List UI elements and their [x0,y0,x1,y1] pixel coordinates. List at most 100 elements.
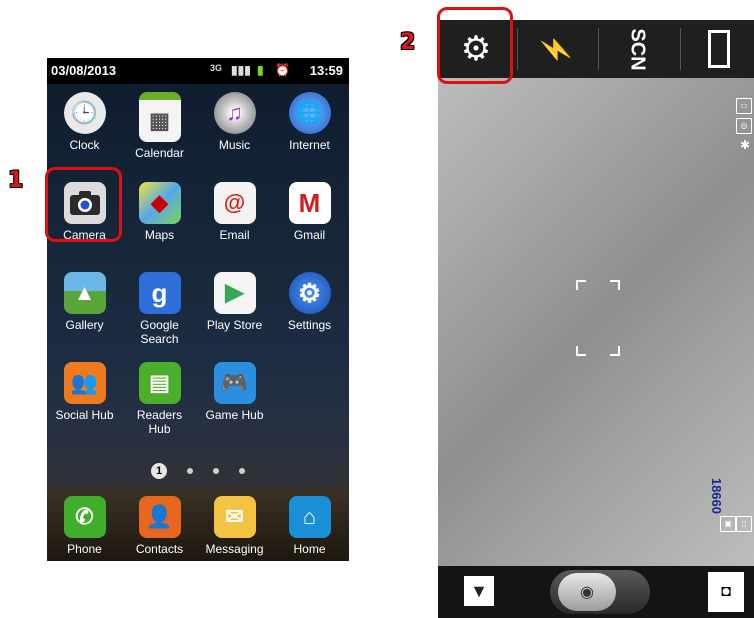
email-icon: @ [213,182,256,224]
app-label: Social Hub [55,408,114,422]
network-type-icon: 3G [210,63,223,73]
focus-bracket [610,346,620,356]
clock-icon: 🕒 [63,92,106,134]
highlight-camera-settings [437,7,513,84]
step-number-1: 1 [8,168,24,193]
calendar-icon: ▦ [138,92,181,142]
status-date: 03/08/2013 [51,63,117,78]
play-store-icon: ▶ [213,272,256,314]
camera-switch-icon: ◘ [721,583,731,600]
google-search-icon: g [138,272,181,314]
toolbar-separator [598,28,599,70]
app-label: Gallery [65,318,104,332]
dock: ✆ Phone 👤 Contacts ✉ Messaging ⌂ Home [47,490,349,561]
expand-menu-button[interactable]: ▼ [464,576,494,606]
app-label: Clock [69,138,100,152]
battery-icon: ▯ [736,516,752,532]
app-clock[interactable]: 🕒 Clock [47,92,122,152]
app-settings[interactable]: ⚙ Settings [272,272,347,332]
page-dot[interactable] [213,467,219,474]
app-social-hub[interactable]: 👥 Social Hub [47,362,122,422]
app-play-store[interactable]: ▶ Play Store [197,272,272,332]
toolbar-separator [517,28,518,70]
home-screen: 03/08/2013 3G ▮▮▮ ▮ ⏰ 13:59 🕒 Clock ▦ Ca… [47,58,349,561]
chevron-down-icon: ▼ [470,580,488,601]
app-label: Settings [287,318,332,332]
gallery-icon: ▲ [63,272,106,314]
alarm-icon: ⏰ [275,63,290,77]
page-dot[interactable] [187,467,193,474]
envelope-icon: ✉ [213,496,256,538]
toolbar-separator [680,28,681,70]
app-label: Game Hub [205,408,264,422]
dock-phone[interactable]: ✆ Phone [47,496,122,556]
app-gmail[interactable]: M Gmail [272,182,347,242]
app-internet[interactable]: 🌐 Internet [272,92,347,152]
app-label: Calendar [135,146,184,160]
app-game-hub[interactable]: 🎮 Game Hub [197,362,272,422]
flash-off-icon: ⚡ [540,32,571,66]
app-google-search[interactable]: g Google Search [122,272,197,346]
page-dot-current[interactable]: 1 [151,462,167,479]
app-gallery[interactable]: ▲ Gallery [47,272,122,332]
dock-messaging[interactable]: ✉ Messaging [197,496,272,556]
app-label: Messaging [205,542,264,556]
dock-home[interactable]: ⌂ Home [272,496,347,556]
gamepad-icon: 🎮 [213,362,256,404]
app-email[interactable]: @ Email [197,182,272,242]
resolution-icon: ▭ [736,98,752,114]
focus-bracket [610,280,620,290]
flash-button[interactable]: ⚡ [520,20,592,78]
viewfinder[interactable]: ▭ ◎ ✱ 18660 ▣ ▯ [438,78,754,566]
camera-icon: ◉ [580,584,594,601]
home-icon: ⌂ [288,496,331,538]
app-music[interactable]: ♫ Music [197,92,272,152]
contacts-icon: 👤 [138,496,181,538]
highlight-camera [45,167,122,242]
view-mode-icon [708,30,730,68]
app-label: Home [293,542,326,556]
status-bar: 03/08/2013 3G ▮▮▮ ▮ ⏰ 13:59 [47,58,349,84]
view-mode-button[interactable] [688,20,750,78]
music-icon: ♫ [213,92,256,134]
app-maps[interactable]: ◆ Maps [122,182,197,242]
globe-icon: 🌐 [288,92,331,134]
shutter-button[interactable]: ◉ [558,573,616,611]
focus-bracket [576,346,586,356]
page-dot[interactable] [239,467,245,474]
storage-icon: ▣ [720,516,736,532]
app-label: Maps [144,228,175,242]
focus-bracket [576,280,586,290]
page-indicator: 1 [47,462,349,480]
gear-icon: ⚙ [288,272,331,314]
camera-mode-switch[interactable]: ◘ [708,572,744,612]
app-label: Contacts [135,542,184,556]
app-label: Google Search [140,318,179,346]
dock-contacts[interactable]: 👤 Contacts [122,496,197,556]
app-label: Readers Hub [136,408,183,436]
shutter-track: ◉ [550,570,650,614]
social-hub-icon: 👥 [63,362,106,404]
app-label: Phone [67,542,102,556]
shooting-mode-icon: ✱ [739,138,751,152]
app-label: Email [219,228,250,242]
scene-mode-button[interactable]: SCN [601,20,673,78]
gmail-icon: M [288,182,331,224]
signal-icon: ▮▮▮ [231,63,251,77]
step-number-2: 2 [400,30,416,55]
maps-icon: ◆ [138,182,181,224]
app-label: Gmail [293,228,326,242]
app-calendar[interactable]: ▦ Calendar [122,92,197,160]
app-label: Internet [289,138,330,152]
readers-hub-icon: ▤ [138,362,181,404]
scene-icon: SCN [626,27,649,71]
metering-icon: ◎ [736,118,752,134]
shots-remaining: 18660 [709,477,724,514]
app-label: Music [218,138,251,152]
app-label: Play Store [206,318,263,332]
camera-screen: ⚙ ⚡ SCN ▭ ◎ ✱ 18660 ▣ ▯ ▼ ◉ ◘ [438,20,754,618]
camera-bottom-bar: ▼ ◉ ◘ [438,566,754,618]
battery-icon: ▮ [257,63,264,77]
status-time: 13:59 [309,63,343,78]
app-readers-hub[interactable]: ▤ Readers Hub [122,362,197,436]
